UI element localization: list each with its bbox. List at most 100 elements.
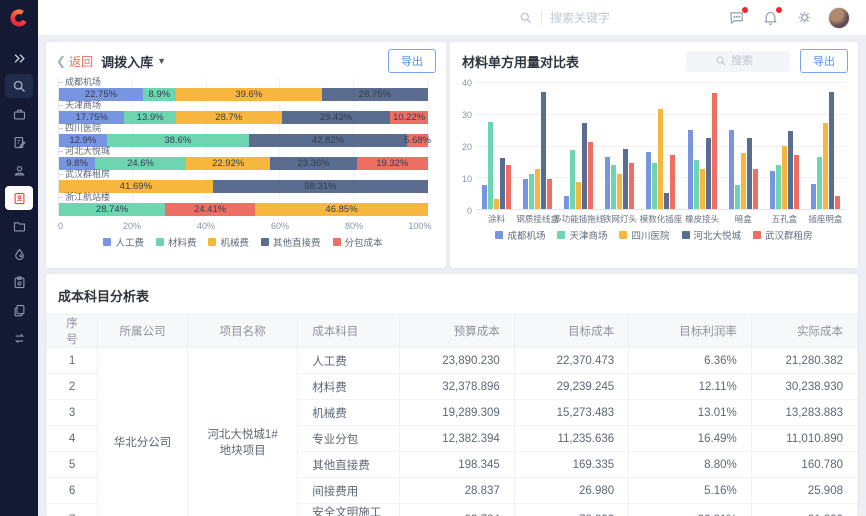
sidebar-item-transfer[interactable] — [5, 326, 33, 350]
y-tick: 0 — [467, 206, 472, 216]
sidebar-item-building[interactable] — [5, 102, 33, 126]
export-button[interactable]: 导出 — [388, 49, 436, 73]
messages-button[interactable] — [726, 8, 746, 28]
bar-segment-分包成本: 19.32% — [357, 157, 428, 170]
bar-河北大悦城 — [829, 92, 834, 209]
plot-area — [476, 82, 846, 210]
legend-item[interactable]: 其他直接费 — [261, 235, 321, 249]
material-search[interactable] — [686, 51, 790, 72]
bar-segment-材料费: 8.9% — [143, 88, 176, 101]
cell-budget: 19,289.309 — [400, 400, 514, 426]
sidebar-item-document-edit[interactable] — [5, 130, 33, 154]
cell-actual: 91.890 — [751, 504, 857, 516]
bar-四川医院 — [700, 169, 705, 209]
cell-target: 11,235.636 — [514, 426, 628, 452]
cost-table: 序号所属公司项目名称成本科目预算成本目标成本目标利润率实际成本 1华北分公司河北… — [46, 314, 858, 516]
sidebar-item-clipboard-gear[interactable] — [5, 270, 33, 294]
cell-subject: 其他直接费 — [298, 452, 400, 478]
bar-四川医院 — [782, 146, 787, 210]
x-tick: 40% — [197, 221, 215, 231]
y-axis: 010203040 — [456, 82, 476, 210]
panel-title: 调拨入库 — [101, 52, 153, 71]
notification-dot — [776, 7, 782, 13]
sidebar-item-drop[interactable] — [5, 242, 33, 266]
cell-actual: 160.780 — [751, 452, 857, 478]
legend-item[interactable]: 河北大悦城 — [682, 228, 742, 242]
cell-target: 169.335 — [514, 452, 628, 478]
cell-margin: 5.16% — [629, 478, 752, 504]
sidebar-item-warehouse-doc[interactable] — [5, 186, 33, 210]
stacked-row: 四川医院12.9%38.6%42.82%5.68% — [59, 124, 428, 147]
legend-item[interactable]: 人工费 — [103, 235, 144, 249]
bar-河北大悦城 — [500, 158, 505, 209]
x-tick: 五孔盒 — [772, 213, 798, 225]
settings-button[interactable] — [794, 8, 814, 28]
notifications-button[interactable] — [760, 8, 780, 28]
legend-label: 武汉群租房 — [765, 228, 813, 242]
warehouse-doc-icon — [12, 191, 27, 206]
cell-actual: 13,283.883 — [751, 400, 857, 426]
sidebar-item-copy[interactable] — [5, 298, 33, 322]
avatar[interactable] — [828, 7, 850, 29]
material-usage-panel: 材料单方用量对比表 导出 010203040涂料钢质接线盒多功能插拖线铁网灯头模… — [450, 42, 858, 268]
x-tick: 涂料 — [488, 213, 505, 225]
legend-item[interactable]: 四川医院 — [619, 228, 669, 242]
bar-天津商场 — [735, 185, 740, 209]
bar-四川医院 — [658, 109, 663, 209]
chevron-left-icon: ❮ — [56, 54, 66, 68]
bar-group-钢质接线盒 — [517, 82, 558, 209]
search-icon — [519, 11, 533, 25]
export-button[interactable]: 导出 — [800, 49, 848, 73]
bar-河北大悦城 — [582, 123, 587, 209]
legend-item[interactable]: 天津商场 — [557, 228, 607, 242]
cell-index: 6 — [47, 478, 98, 504]
bar-天津商场 — [776, 165, 781, 209]
legend-item[interactable]: 武汉群租房 — [753, 228, 813, 242]
document-edit-icon — [12, 135, 27, 150]
sidebar-item-expand[interactable] — [5, 46, 33, 70]
legend-item[interactable]: 分包成本 — [333, 235, 383, 249]
x-axis: 020%40%60%80%100% — [58, 219, 428, 232]
legend-label: 河北大悦城 — [694, 228, 742, 242]
bar-segment-分包成本: 24.41% — [165, 203, 255, 216]
bar-segment-其他直接费: 58.31% — [213, 180, 428, 193]
app-logo[interactable] — [0, 0, 38, 36]
panel-title: 材料单方用量对比表 — [462, 52, 579, 71]
bar-group-插座明盒 — [805, 82, 846, 209]
drop-icon — [12, 247, 27, 262]
y-tick: 40 — [462, 78, 472, 88]
sidebar-item-search[interactable] — [5, 74, 33, 98]
column-header: 项目名称 — [187, 315, 297, 348]
cell-budget: 32,378.896 — [400, 374, 514, 400]
panel-title-dropdown[interactable]: 调拨入库 ▼ — [101, 52, 166, 71]
cell-margin: 16.49% — [629, 426, 752, 452]
x-tick: 100% — [408, 221, 431, 231]
bar-segment-机械费: 28.7% — [176, 111, 282, 124]
chevron-down-icon: ▼ — [157, 56, 166, 66]
sidebar-item-user-stamp[interactable] — [5, 158, 33, 182]
legend: 成都机场天津商场四川医院 河北大悦城 武汉群租房 — [450, 228, 858, 242]
cell-budget: 28.837 — [400, 478, 514, 504]
material-search-input[interactable] — [731, 55, 761, 67]
cell-budget: 12,382.394 — [400, 426, 514, 452]
legend-item[interactable]: 成都机场 — [495, 228, 545, 242]
sidebar-item-folder[interactable] — [5, 214, 33, 238]
cell-subject: 材料费 — [298, 374, 400, 400]
legend-item[interactable]: 材料费 — [156, 235, 197, 249]
bar-segment-其他直接费: 42.82% — [249, 134, 407, 147]
bar-成都机场 — [646, 152, 651, 209]
legend-swatch — [333, 238, 341, 246]
bar-track: 22.75%8.9%39.6%28.75% — [59, 88, 428, 101]
table-row: 1华北分公司河北大悦城1#地块项目人工费23,890.23022,370.473… — [47, 348, 858, 374]
bar-segment-其他直接费: 23.36% — [270, 157, 356, 170]
legend-item[interactable]: 机械费 — [208, 235, 249, 249]
folder-icon — [12, 219, 27, 234]
cell-actual: 30,238.930 — [751, 374, 857, 400]
bar-track: 9.8%24.6%22.92%23.36%19.32% — [59, 157, 428, 170]
bar-成都机场 — [688, 130, 693, 209]
global-search[interactable] — [519, 11, 660, 25]
back-button[interactable]: ❮ 返回 — [56, 53, 93, 70]
column-header: 所属公司 — [98, 315, 188, 348]
category-label: 河北大悦城 — [59, 147, 428, 156]
global-search-input[interactable] — [550, 11, 660, 25]
